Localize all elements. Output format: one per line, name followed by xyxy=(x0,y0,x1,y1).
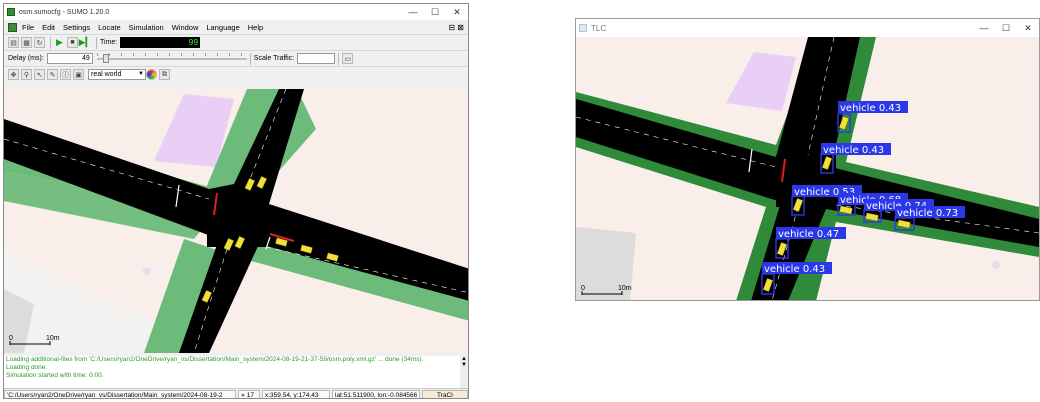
screenshot-icon[interactable]: ▣ xyxy=(73,69,84,80)
scale-bar-zero: 0 xyxy=(9,335,13,342)
scale-bar-label: 10m xyxy=(46,335,60,342)
menu-language[interactable]: Language xyxy=(206,23,239,32)
maximize-button[interactable]: ☐ xyxy=(424,7,446,18)
detection-label: vehicle 0.43 xyxy=(764,264,825,275)
console-scrollbar[interactable]: ▲ ▼ xyxy=(460,356,468,388)
detection-view[interactable]: vehicle 0.43 vehicle 0.43 vehicle 0.53 v… xyxy=(576,36,1039,300)
tlc-app-icon xyxy=(579,24,587,32)
console-line: Simulation started with time: 0.00. xyxy=(6,372,104,379)
info-icon[interactable]: ⓘ xyxy=(60,69,71,80)
editor-icon[interactable]: ⧉ xyxy=(159,69,170,80)
detection-label: vehicle 0.47 xyxy=(778,229,839,240)
menu-settings[interactable]: Settings xyxy=(63,23,90,32)
delay-toolbar: Delay (ms): 49 Scale Traffic: ▭ xyxy=(4,50,468,66)
recenter-icon[interactable]: ✥ xyxy=(8,69,19,80)
sumo-app-icon xyxy=(7,8,15,16)
sumo-map: 0 10m xyxy=(4,88,468,354)
menu-help[interactable]: Help xyxy=(248,23,263,32)
status-path: 'C:/Users/ryan2/OneDrive/ryan_vs/Dissert… xyxy=(4,389,236,398)
car-icon: ● xyxy=(241,391,245,399)
menu-app-icon xyxy=(8,22,17,32)
time-label: Time: xyxy=(100,39,118,46)
sumo-title-bar: osm.sumocfg - SUMO 1.20.0 — ☐ ✕ xyxy=(4,4,468,20)
delay-label: Delay (ms): xyxy=(8,55,44,62)
traci-status: TraCI xyxy=(422,389,468,398)
vehicle-count-value: 17 xyxy=(246,391,254,399)
reload-icon[interactable]: ↻ xyxy=(34,37,45,48)
run-icon[interactable]: ▶ xyxy=(54,37,65,48)
menu-bar: File Edit Settings Locate Simulation Win… xyxy=(4,20,468,34)
tree-marker xyxy=(143,267,151,275)
tlc-map: vehicle 0.43 vehicle 0.43 vehicle 0.53 v… xyxy=(576,36,1039,300)
console-line: Loading additional-files from 'C:/Users/… xyxy=(6,356,424,363)
vehicle-count: ● 17 xyxy=(238,389,260,399)
message-console: Loading additional-files from 'C:/Users/… xyxy=(4,356,462,388)
tlc-window-title: TLC xyxy=(591,23,607,33)
toolbar-separator xyxy=(50,36,51,49)
slider-thumb[interactable] xyxy=(102,54,109,63)
menu-locate[interactable]: Locate xyxy=(98,23,121,32)
scale-traffic-input[interactable] xyxy=(297,53,336,64)
toolbar-separator xyxy=(96,36,97,49)
sumo-window-title: osm.sumocfg - SUMO 1.20.0 xyxy=(19,8,110,16)
palette-icon[interactable] xyxy=(146,69,157,80)
step-icon[interactable]: ▶▎ xyxy=(79,37,93,48)
chevron-down-icon: ▼ xyxy=(138,71,144,77)
delay-slider[interactable] xyxy=(96,53,247,64)
tlc-window: TLC — ☐ ✕ vehicle 0.43 vehicle 0.43 vehi… xyxy=(575,18,1040,301)
simulation-toolbar: ▤ ▦ ↻ ▶ ■ ▶▎ Time: 99 xyxy=(4,34,468,50)
color-scheme-select[interactable]: real world ▼ xyxy=(88,69,146,80)
open-network-icon[interactable]: ▦ xyxy=(21,37,32,48)
menu-edit[interactable]: Edit xyxy=(42,23,55,32)
tlc-title-bar: TLC — ☐ ✕ xyxy=(576,19,1039,37)
close-button[interactable]: ✕ xyxy=(1017,23,1039,34)
menu-window[interactable]: Window xyxy=(172,23,199,32)
toolbar-separator xyxy=(249,52,251,65)
delay-input[interactable]: 49 xyxy=(46,53,93,64)
console-line: Loading done. xyxy=(6,364,48,371)
tree-marker xyxy=(992,261,1000,269)
slider-ticks xyxy=(96,53,247,56)
minimize-button[interactable]: — xyxy=(402,7,424,17)
minimize-button[interactable]: — xyxy=(973,23,995,33)
view-toolbar: ✥ ⚲ ↖ ✎ ⓘ ▣ real world ▼ ⧉ xyxy=(4,66,468,82)
menu-simulation[interactable]: Simulation xyxy=(129,23,164,32)
locate-icon[interactable]: ✎ xyxy=(47,69,58,80)
time-display: 99 xyxy=(120,37,201,48)
mdi-controls[interactable]: ⊟ ⊠ xyxy=(448,23,464,32)
select-icon[interactable]: ↖ xyxy=(34,69,45,80)
slider-track xyxy=(96,58,247,60)
color-scheme-value: real world xyxy=(91,71,122,78)
close-button[interactable]: ✕ xyxy=(446,7,468,18)
detection-label: vehicle 0.73 xyxy=(897,208,958,219)
scale-traffic-label: Scale Traffic: xyxy=(253,55,295,62)
toolbar-separator xyxy=(338,52,340,65)
sumo-window: osm.sumocfg - SUMO 1.20.0 — ☐ ✕ File Edi… xyxy=(3,3,469,399)
menu-file[interactable]: File xyxy=(22,23,34,32)
stop-icon[interactable]: ■ xyxy=(67,37,78,48)
maximize-button[interactable]: ☐ xyxy=(995,23,1017,34)
open-folder-icon[interactable]: ▤ xyxy=(8,37,19,48)
cursor-coords: x:359.54, y:174.43 xyxy=(262,389,330,398)
open-view-icon[interactable]: ▭ xyxy=(342,53,354,64)
zoom-icon[interactable]: ⚲ xyxy=(21,69,32,80)
status-bar: 'C:/Users/ryan2/OneDrive/ryan_vs/Dissert… xyxy=(4,388,468,399)
detection-label: vehicle 0.43 xyxy=(823,145,884,156)
simulation-view[interactable]: 0 10m xyxy=(4,88,468,354)
detection-label: vehicle 0.43 xyxy=(840,103,901,114)
scale-bar-zero: 0 xyxy=(581,285,585,292)
scale-bar-label: 10m xyxy=(618,285,632,292)
cursor-latlon: lat:51.511900, lon:-0.084566 xyxy=(332,389,420,398)
